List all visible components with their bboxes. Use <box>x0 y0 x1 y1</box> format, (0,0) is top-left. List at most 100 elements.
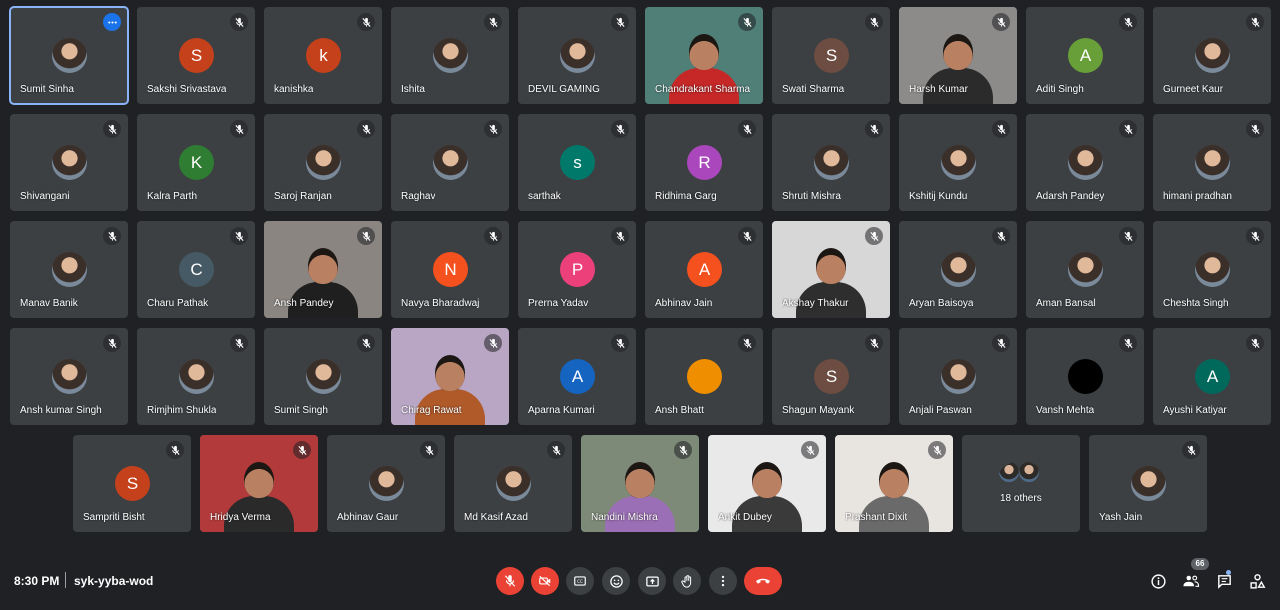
participant-tile[interactable]: Prashant Dixit <box>835 435 953 532</box>
participant-tile[interactable]: Md Kasif Azad <box>454 435 572 532</box>
info-icon <box>1150 573 1166 589</box>
present-screen-button[interactable] <box>638 567 666 595</box>
participant-tile[interactable]: 18 others <box>962 435 1080 532</box>
mic-off-icon <box>484 334 502 352</box>
participant-name: Charu Pathak <box>147 298 209 309</box>
participant-tile[interactable]: N Navya Bharadwaj <box>391 221 509 318</box>
participant-tile[interactable]: C Charu Pathak <box>137 221 255 318</box>
mic-off-icon <box>674 441 692 459</box>
participant-tile[interactable]: Abhinav Gaur <box>327 435 445 532</box>
mic-off-icon <box>103 334 121 352</box>
participant-tile[interactable]: K Kalra Parth <box>137 114 255 211</box>
avatar <box>306 145 341 180</box>
participant-tile[interactable]: Shivangani <box>10 114 128 211</box>
participant-name: sarthak <box>528 191 561 202</box>
participant-tile[interactable]: himani pradhan <box>1153 114 1271 211</box>
participant-tile[interactable]: P Prerna Yadav <box>518 221 636 318</box>
mic-off-icon <box>865 120 883 138</box>
more-options-button[interactable] <box>709 567 737 595</box>
participant-tile[interactable]: Harsh Kumar <box>899 7 1017 104</box>
participant-tile[interactable]: k kanishka <box>264 7 382 104</box>
participant-tile[interactable]: Aryan Baisoya <box>899 221 1017 318</box>
participant-tile[interactable]: Shruti Mishra <box>772 114 890 211</box>
raise-hand-button[interactable] <box>673 567 701 595</box>
mic-off-icon <box>357 13 375 31</box>
more-options-icon[interactable] <box>103 13 121 31</box>
participant-tile[interactable]: Nandini Mishra <box>581 435 699 532</box>
participant-tile[interactable]: Yash Jain <box>1089 435 1207 532</box>
mic-off-icon <box>611 227 629 245</box>
mic-off-icon <box>166 441 184 459</box>
participant-name: Cheshta Singh <box>1163 298 1229 309</box>
participant-tile[interactable]: S Sakshi Srivastava <box>137 7 255 104</box>
participant-tile[interactable]: A Aparna Kumari <box>518 328 636 425</box>
participant-tile[interactable]: Sumit Sinha <box>9 6 129 105</box>
participant-tile[interactable]: Ansh kumar Singh <box>10 328 128 425</box>
avatar: A <box>560 359 595 394</box>
participant-tile[interactable]: S Sampriti Bisht <box>73 435 191 532</box>
participant-tile[interactable]: Rimjhim Shukla <box>137 328 255 425</box>
mic-off-icon <box>611 13 629 31</box>
participant-name: Md Kasif Azad <box>464 512 528 523</box>
participant-tile[interactable]: Sumit Singh <box>264 328 382 425</box>
avatar: R <box>687 145 722 180</box>
participant-tile[interactable]: A Abhinav Jain <box>645 221 763 318</box>
mic-off-icon <box>1182 441 1200 459</box>
participant-tile[interactable]: S Shagun Mayank <box>772 328 890 425</box>
people-button[interactable] <box>1180 570 1202 592</box>
mic-off-icon <box>357 334 375 352</box>
mic-off-icon <box>865 227 883 245</box>
participant-name: Shivangani <box>20 191 70 202</box>
participant-tile[interactable]: Raghav <box>391 114 509 211</box>
participant-tile[interactable]: Chirag Rawat <box>391 328 509 425</box>
participant-name: himani pradhan <box>1163 191 1232 202</box>
participant-name: kanishka <box>274 84 314 95</box>
participant-tile[interactable]: A Aditi Singh <box>1026 7 1144 104</box>
participant-tile[interactable]: Anjali Paswan <box>899 328 1017 425</box>
participant-tile[interactable]: Ansh Bhatt <box>645 328 763 425</box>
participant-tile[interactable]: Gurneet Kaur <box>1153 7 1271 104</box>
participant-name: Kalra Parth <box>147 191 198 202</box>
participant-tile[interactable]: s sarthak <box>518 114 636 211</box>
mic-off-icon <box>992 120 1010 138</box>
avatar <box>1068 359 1103 394</box>
participant-tile[interactable]: DEVIL GAMING <box>518 7 636 104</box>
participant-tile[interactable]: Ishita <box>391 7 509 104</box>
participant-name: Akshay Thakur <box>782 298 849 309</box>
participant-tile[interactable]: Adarsh Pandey <box>1026 114 1144 211</box>
participant-tile[interactable]: Aman Bansal <box>1026 221 1144 318</box>
meeting-details-button[interactable] <box>1147 570 1169 592</box>
participant-tile[interactable]: Ansh Pandey <box>264 221 382 318</box>
captions-button[interactable]: CC <box>566 567 594 595</box>
mic-off-icon <box>738 334 756 352</box>
avatar <box>1131 466 1166 501</box>
participant-name: Abhinav Jain <box>655 298 713 309</box>
chat-button[interactable] <box>1213 570 1235 592</box>
participant-tile[interactable]: Kshitij Kundu <box>899 114 1017 211</box>
reactions-button[interactable] <box>602 567 630 595</box>
avatar: A <box>1195 359 1230 394</box>
mic-off-icon <box>1246 227 1264 245</box>
mic-off-icon <box>992 227 1010 245</box>
participant-tile[interactable]: Saroj Ranjan <box>264 114 382 211</box>
participant-name: Aryan Baisoya <box>909 298 974 309</box>
mic-off-icon <box>992 334 1010 352</box>
participant-tile[interactable]: Vansh Mehta <box>1026 328 1144 425</box>
participant-tile[interactable]: Akshay Thakur <box>772 221 890 318</box>
avatar <box>52 145 87 180</box>
participant-tile[interactable]: Cheshta Singh <box>1153 221 1271 318</box>
chat-notification-dot <box>1226 570 1231 575</box>
participant-tile[interactable]: Ankit Dubey <box>708 435 826 532</box>
mic-toggle-button[interactable] <box>496 567 524 595</box>
participant-name: Nandini Mishra <box>591 512 658 523</box>
participant-tile[interactable]: S Swati Sharma <box>772 7 890 104</box>
participant-tile[interactable]: Hridya Verma <box>200 435 318 532</box>
leave-call-button[interactable] <box>744 567 782 595</box>
participant-tile[interactable]: Manav Banik <box>10 221 128 318</box>
participant-tile[interactable]: Chandrakant Sharma <box>645 7 763 104</box>
camera-toggle-button[interactable] <box>531 567 559 595</box>
participant-tile[interactable]: R Ridhima Garg <box>645 114 763 211</box>
participant-name: Ansh Pandey <box>274 298 334 309</box>
participant-tile[interactable]: A Ayushi Katiyar <box>1153 328 1271 425</box>
activities-button[interactable] <box>1246 570 1268 592</box>
